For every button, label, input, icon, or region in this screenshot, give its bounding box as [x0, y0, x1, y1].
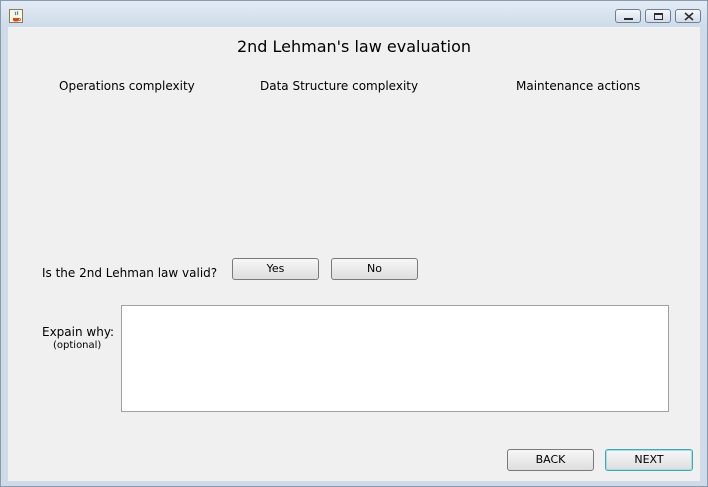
validity-question: Is the 2nd Lehman law valid?	[42, 266, 218, 280]
yes-button[interactable]: Yes	[232, 258, 319, 280]
close-button[interactable]	[675, 9, 701, 23]
title-bar[interactable]	[1, 1, 707, 27]
explain-why-textarea[interactable]	[121, 305, 669, 412]
restore-button[interactable]	[645, 9, 671, 23]
minimize-button[interactable]	[615, 9, 641, 23]
optional-label: (optional)	[53, 340, 102, 351]
data-structure-complexity-label: Data Structure complexity	[260, 79, 419, 93]
maintenance-actions-label: Maintenance actions	[516, 79, 641, 93]
no-button[interactable]: No	[331, 258, 418, 280]
application-window: 2nd Lehman's law evaluation Operations c…	[0, 0, 708, 487]
main-panel: 2nd Lehman's law evaluation Operations c…	[8, 27, 700, 481]
java-cup-icon	[9, 8, 23, 23]
next-button[interactable]: NEXT	[605, 449, 693, 471]
operations-complexity-label: Operations complexity	[59, 79, 195, 93]
page-title: 2nd Lehman's law evaluation	[236, 37, 472, 56]
explain-why-label: Expain why:	[42, 325, 115, 339]
back-button[interactable]: BACK	[507, 449, 594, 471]
